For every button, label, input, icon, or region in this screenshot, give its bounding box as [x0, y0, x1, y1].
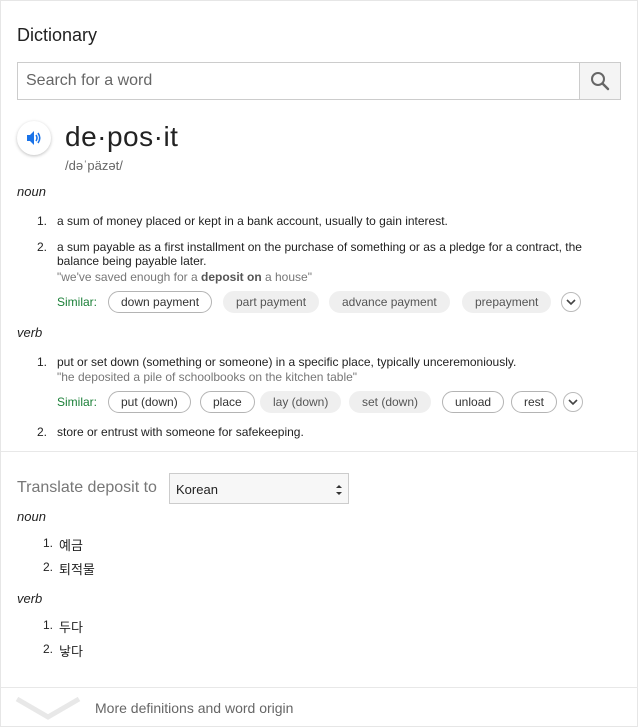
- similar-chip[interactable]: unload: [442, 391, 505, 413]
- definition-example: "he deposited a pile of schoolbooks on t…: [57, 370, 358, 384]
- similar-chip[interactable]: prepayment: [462, 291, 552, 313]
- translation-number: 2.: [43, 642, 54, 656]
- chevron-down-icon[interactable]: [15, 695, 81, 721]
- example-text: "we've saved enough for a: [57, 270, 201, 284]
- chevron-down-icon: [566, 299, 576, 306]
- translation-word[interactable]: 예금: [59, 535, 83, 554]
- search-icon: [591, 72, 610, 91]
- language-select[interactable]: Korean: [169, 473, 349, 504]
- similar-chip[interactable]: place: [200, 391, 255, 413]
- phonetic: /dəˈpäzət/: [65, 158, 123, 173]
- definition-text: put or set down (something or someone) i…: [57, 355, 517, 369]
- part-of-speech-verb: verb: [17, 325, 43, 340]
- headword: de·pos·it: [65, 121, 179, 152]
- translation-pos-noun: noun: [17, 509, 46, 524]
- search-input[interactable]: [18, 63, 582, 99]
- expand-similar-button[interactable]: [563, 392, 583, 412]
- similar-chip[interactable]: rest: [511, 391, 558, 413]
- section-divider: [1, 687, 638, 688]
- part-of-speech-noun: noun: [17, 184, 46, 199]
- speaker-icon: [27, 131, 41, 145]
- similar-label: Similar:: [57, 395, 98, 409]
- similar-chip[interactable]: set (down): [349, 391, 432, 413]
- translation-pos-verb: verb: [17, 591, 43, 606]
- similar-chip[interactable]: advance payment: [329, 291, 450, 313]
- definition-example: "we've saved enough for a deposit on a h…: [57, 270, 312, 284]
- dictionary-title: Dictionary: [17, 25, 98, 45]
- definition-number: 2.: [37, 240, 48, 254]
- chevron-down-icon: [568, 399, 578, 406]
- example-keyword: deposit on: [200, 270, 262, 284]
- similar-chip[interactable]: put (down): [108, 391, 191, 413]
- translation-number: 2.: [43, 560, 54, 574]
- similar-label: Similar:: [57, 295, 98, 309]
- translation-word[interactable]: 두다: [59, 617, 83, 636]
- search-box: [17, 62, 621, 100]
- translation-number: 1.: [43, 618, 54, 632]
- select-arrows-icon: [336, 485, 342, 495]
- example-text: a house": [261, 270, 312, 284]
- definition-number: 1.: [37, 214, 48, 228]
- similar-chip[interactable]: lay (down): [260, 391, 342, 413]
- translation-word[interactable]: 낳다: [59, 641, 83, 660]
- definition-text: store or entrust with someone for safeke…: [57, 425, 304, 439]
- similar-chip[interactable]: part payment: [223, 291, 320, 313]
- pronunciation-button[interactable]: [17, 121, 51, 155]
- section-divider: [1, 451, 638, 452]
- language-selected: Korean: [176, 482, 218, 497]
- translate-label: Translate deposit to: [17, 479, 157, 496]
- expand-similar-button[interactable]: [561, 292, 581, 312]
- definition-number: 2.: [37, 425, 48, 439]
- translation-number: 1.: [43, 536, 54, 550]
- more-definitions-link[interactable]: More definitions and word origin: [95, 700, 293, 716]
- definition-text: a sum payable as a first installment on …: [57, 240, 582, 268]
- definition-number: 1.: [37, 355, 48, 369]
- similar-chip[interactable]: down payment: [108, 291, 213, 313]
- definition-text: a sum of money placed or kept in a bank …: [57, 214, 448, 228]
- search-button[interactable]: [579, 63, 620, 99]
- translation-word[interactable]: 퇴적물: [59, 559, 95, 578]
